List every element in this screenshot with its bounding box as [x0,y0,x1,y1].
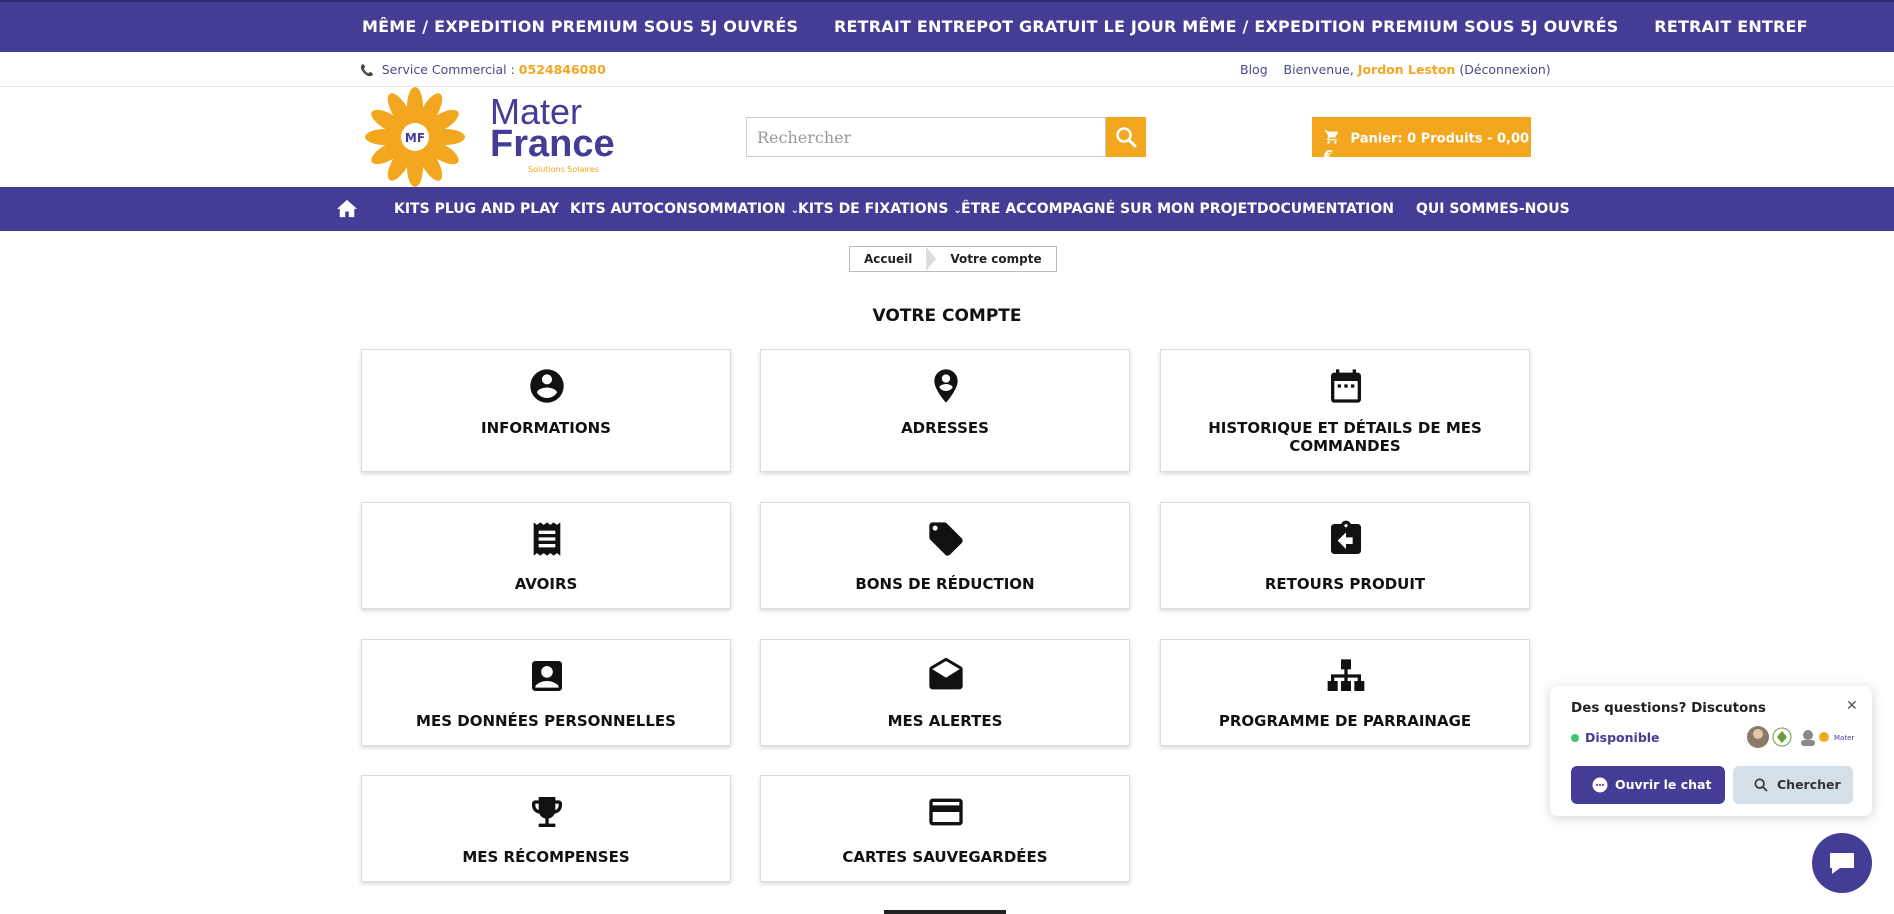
return-clipboard-icon [1331,520,1361,554]
phone-number[interactable]: 0524846080 [519,62,606,77]
account-tile-retours-produit[interactable]: RETOURS PRODUIT [1160,502,1530,609]
welcome-text: Bienvenue, [1283,62,1354,77]
search-icon [1754,778,1768,792]
search-button[interactable] [1106,117,1146,157]
site-header: MF Mater France Solutions Solaires Panie… [0,87,1894,187]
blog-link[interactable]: Blog [1240,62,1268,77]
chat-status: Disponible [1571,730,1660,745]
logo-monogram: MF [405,131,425,145]
top-bar: 📞 Service Commercial : 0524846080 Blog B… [0,52,1894,87]
nav-item-label: KITS AUTOCONSOMMATION [570,201,786,217]
breadcrumb-item-current: Votre compte [950,252,1042,266]
tile-label: PROGRAMME DE PARRAINAGE [1218,712,1472,730]
chat-status-label: Disponible [1585,730,1660,745]
service-label: Service Commercial : [381,62,515,77]
home-icon[interactable] [336,198,358,222]
logo[interactable]: MF Mater France Solutions Solaires [360,87,620,187]
chat-question: Des questions? Discutons [1571,700,1766,716]
tile-label: AVOIRS [514,575,578,593]
account-tile-historique[interactable]: HISTORIQUE ET DÉTAILS DE MES COMMANDES [1160,349,1530,472]
open-chat-label: Ouvrir le chat [1615,777,1712,792]
nav-item-qui-sommes-nous[interactable]: QUI SOMMES-NOUS [1416,201,1570,217]
tile-label: HISTORIQUE ET DÉTAILS DE MES COMMANDES [1208,419,1482,455]
cart-button[interactable]: Panier: 0 Produits - 0,00 € [1312,117,1531,164]
nav-item-kits-de-fixations[interactable]: KITS DE FIXATIONS ⌄ [798,201,962,217]
nav-item-documentation[interactable]: DOCUMENTATION [1257,201,1394,217]
service-commercial: 📞 Service Commercial : 0524846080 [360,62,606,77]
tile-label: CARTES SAUVEGARDÉES [842,848,1048,866]
user-name-link[interactable]: Jordon Leston [1358,62,1456,77]
contact-card-icon [532,661,562,691]
chat-search-button[interactable]: Chercher [1733,766,1853,804]
promo-marquee: MÊME / EXPEDITION PREMIUM SOUS 5J OUVRÉS… [0,0,1894,52]
account-tile-mes-alertes[interactable]: MES ALERTES [760,639,1130,746]
tile-label: INFORMATIONS [481,419,611,437]
chat-launcher-button[interactable] [1812,833,1872,893]
chat-search-label: Chercher [1777,777,1841,792]
scroll-indicator [884,910,1006,914]
account-tile-parrainage[interactable]: PROGRAMME DE PARRAINAGE [1160,639,1530,746]
map-pin-icon [934,369,958,403]
breadcrumb: Accueil Votre compte [849,246,1057,272]
phone-icon: 📞 [360,64,374,77]
nav-item-kits-autoconsommation[interactable]: KITS AUTOCONSOMMATION ⌄ [570,201,799,217]
tag-icon [929,522,963,556]
cart-label: Panier: 0 Produits - 0,00 € [1324,131,1530,165]
nav-item-kits-plug-and-play[interactable]: KITS PLUG AND PLAY [394,201,559,217]
marquee-text: RETRAIT ENTREF [1654,17,1808,36]
account-tile-adresses[interactable]: ADRESSES [760,349,1130,472]
logout-link[interactable]: (Déconnexion) [1459,62,1550,77]
account-tile-bons-de-reduction[interactable]: BONS DE RÉDUCTION [760,502,1130,609]
main-nav: KITS PLUG AND PLAY KITS AUTOCONSOMMATION… [0,187,1894,231]
account-tile-donnees-personnelles[interactable]: MES DONNÉES PERSONNELLES [361,639,731,746]
account-tile-informations[interactable]: INFORMATIONS [361,349,731,472]
calendar-icon [1331,369,1361,403]
breadcrumb-separator [926,247,937,271]
search-form [746,117,1146,157]
chat-icon [1830,853,1854,874]
tile-label: RETOURS PRODUIT [1264,575,1426,593]
credit-card-icon [929,798,963,826]
logo-tagline: Solutions Solaires [528,165,599,174]
logo-text-line2: France [490,123,615,165]
shopping-cart-icon [1324,129,1340,149]
account-circle-icon [530,369,564,403]
trophy-icon [532,797,562,827]
open-envelope-icon [929,657,963,690]
marquee-text: RETRAIT ENTREPOT GRATUIT LE JOUR MÊME / … [834,17,1619,36]
account-tile-mes-recompenses[interactable]: MES RÉCOMPENSES [361,775,731,882]
agent-avatars: Mater [1746,724,1856,750]
marquee-text: MÊME / EXPEDITION PREMIUM SOUS 5J OUVRÉS [362,17,799,36]
sitemap-icon [1327,659,1365,691]
chat-widget: Des questions? Discutons ✕ Disponible Ma… [1550,686,1872,816]
online-dot-icon [1571,734,1579,742]
receipt-icon [533,522,561,556]
search-icon [1116,127,1137,148]
nav-item-accompagnement[interactable]: ÊTRE ACCOMPAGNÉ SUR MON PROJET [961,201,1257,217]
tile-label: BONS DE RÉDUCTION [855,575,1035,593]
tile-label: MES DONNÉES PERSONNELLES [416,712,676,730]
breadcrumb-item-accueil[interactable]: Accueil [850,247,926,271]
page-title: VOTRE COMPTE [872,306,1022,326]
search-input[interactable] [746,117,1106,157]
user-links: Blog Bienvenue, Jordon Leston (Déconnexi… [1240,62,1551,77]
account-tile-cartes-sauvegardees[interactable]: CARTES SAUVEGARDÉES [760,775,1130,882]
open-chat-button[interactable]: Ouvrir le chat [1571,766,1725,804]
tile-label: MES ALERTES [887,712,1003,730]
sun-flower-icon: MF [365,87,465,187]
nav-item-label: KITS DE FIXATIONS [798,201,949,217]
chat-bubble-icon [1592,777,1608,793]
tile-label: MES RÉCOMPENSES [462,848,630,866]
tile-label: ADRESSES [901,419,989,437]
account-tile-avoirs[interactable]: AVOIRS [361,502,731,609]
logo-monogram: Mater [1834,734,1854,742]
close-icon[interactable]: ✕ [1846,698,1858,714]
